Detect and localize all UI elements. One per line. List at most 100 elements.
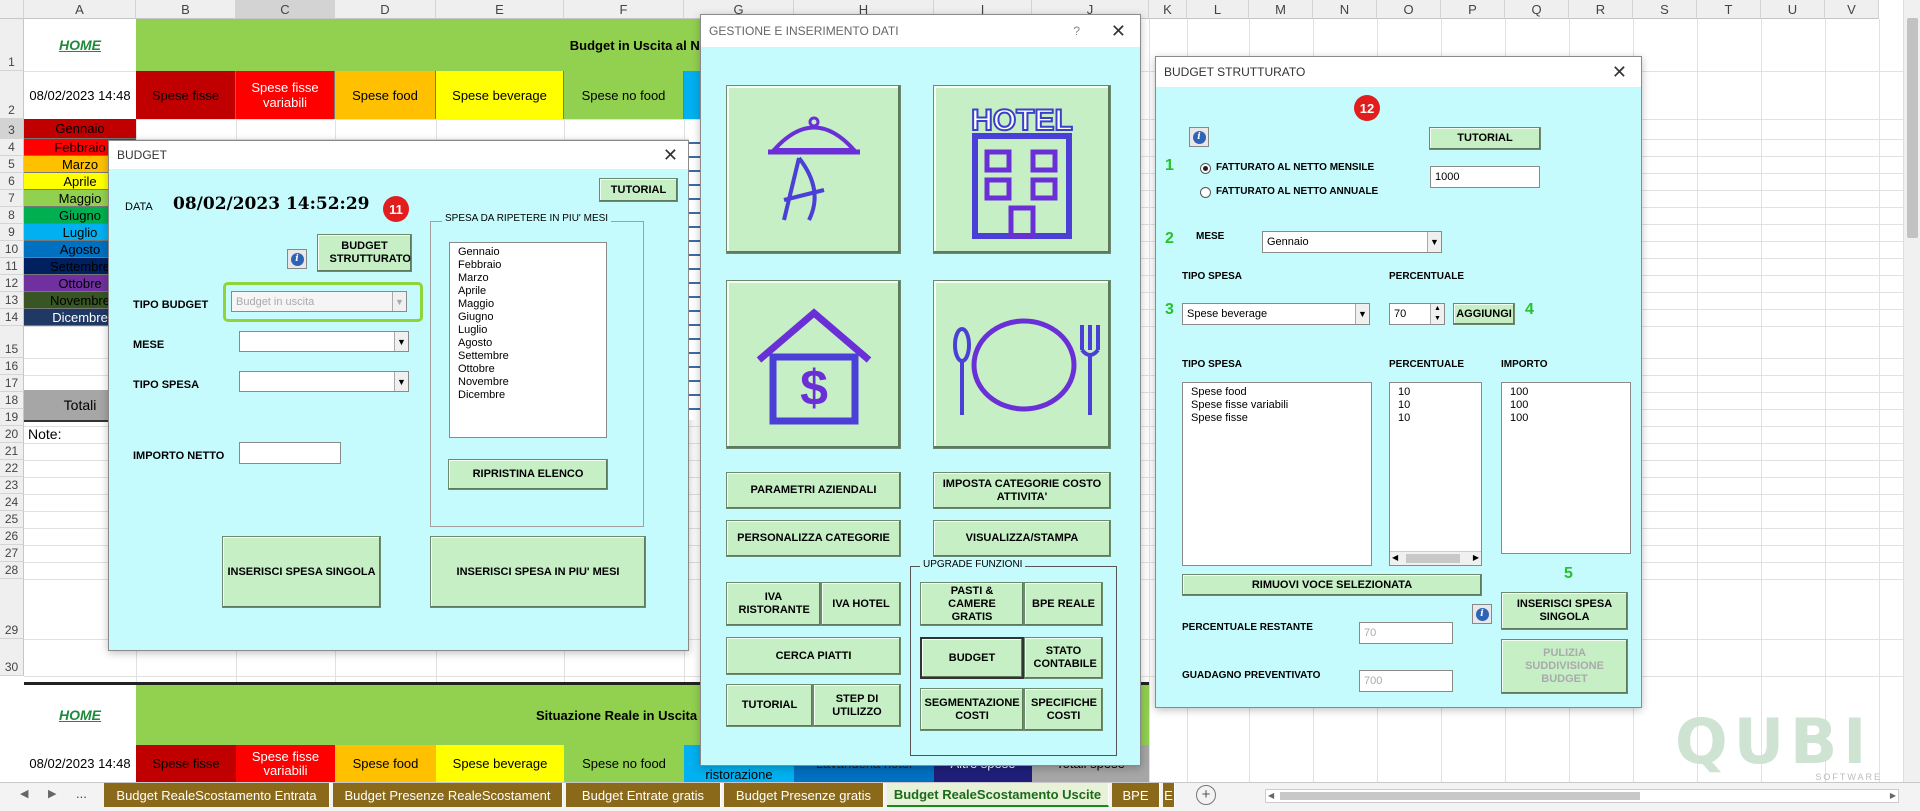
row-header[interactable]: 17	[0, 375, 24, 392]
info-icon[interactable]: i	[287, 249, 307, 269]
hotel-tile[interactable]: HOTEL	[933, 85, 1111, 254]
tipo-budget-select[interactable]: Budget in uscita ▼	[231, 291, 407, 312]
cerca-piatti-button[interactable]: CERCA PIATTI	[726, 637, 901, 675]
vertical-scrollbar[interactable]	[1903, 0, 1920, 782]
tipo-spesa-select[interactable]: Spese beverage ▼	[1182, 303, 1370, 325]
list-item[interactable]: Ottobre	[458, 363, 598, 376]
row-header[interactable]: 13	[0, 292, 24, 309]
inserisci-spesa-singola-button[interactable]: INSERISCI SPESA SINGOLA	[222, 536, 381, 608]
tab-bpe[interactable]: BPE	[1112, 783, 1160, 807]
list-item[interactable]: Spese food	[1191, 386, 1363, 399]
close-icon[interactable]: ✕	[1612, 57, 1627, 87]
row-header[interactable]: 8	[0, 207, 24, 224]
tab-budget-reale-uscite[interactable]: Budget RealeScostamento Uscite	[887, 783, 1109, 807]
list-item[interactable]: Giugno	[458, 311, 598, 324]
column-header[interactable]: K	[1149, 0, 1187, 19]
info-icon[interactable]: i	[1189, 127, 1209, 147]
row-header[interactable]: 22	[0, 460, 24, 477]
list-item[interactable]: Spese fisse variabili	[1191, 399, 1363, 412]
row-header[interactable]: 26	[0, 528, 24, 545]
iva-hotel-button[interactable]: IVA HOTEL	[821, 582, 901, 626]
specifiche-costi-button[interactable]: SPECIFICHE COSTI	[1024, 688, 1103, 731]
list-item[interactable]: Agosto	[458, 337, 598, 350]
row-header[interactable]: 2	[0, 71, 24, 119]
row-header[interactable]: 4	[0, 139, 24, 156]
info-icon[interactable]: i	[1472, 604, 1492, 624]
list-item[interactable]: 100	[1510, 386, 1622, 399]
months-listbox[interactable]: Gennaio Febbraio Marzo Aprile Maggio Giugno Lu…	[449, 242, 607, 438]
corner-cell[interactable]	[0, 0, 24, 19]
importo-listbox[interactable]: 100 100 100	[1501, 382, 1631, 554]
horizontal-scrollbar[interactable]: ◀ ▶	[1265, 789, 1899, 803]
tab-budget-reale-entrata[interactable]: Budget RealeScostamento Entrata	[104, 783, 330, 807]
row-header[interactable]: 6	[0, 173, 24, 190]
help-icon[interactable]: ?	[1073, 15, 1080, 47]
row-header[interactable]: 18	[0, 392, 24, 409]
list-item[interactable]: Febbraio	[458, 259, 598, 272]
tutorial-button[interactable]: TUTORIAL	[599, 178, 678, 202]
list-item[interactable]: 100	[1510, 412, 1622, 425]
column-header[interactable]: F	[564, 0, 684, 19]
close-icon[interactable]: ✕	[1111, 15, 1126, 47]
list-item[interactable]: Dicembre	[458, 389, 598, 402]
home-link-2[interactable]: HOME	[24, 685, 136, 745]
column-header[interactable]: E	[436, 0, 564, 19]
segmentazione-costi-button[interactable]: SEGMENTAZIONE COSTI	[920, 688, 1024, 731]
pulizia-suddivisione-button[interactable]: PULIZIA SUDDIVISIONE BUDGET	[1501, 639, 1628, 694]
row-header[interactable]: 3	[0, 119, 24, 139]
tutorial-button-strutturato[interactable]: TUTORIAL	[1429, 127, 1541, 150]
list-item[interactable]: Spese fisse	[1191, 412, 1363, 425]
budget-button[interactable]: BUDGET	[920, 637, 1024, 679]
row-header[interactable]: 30	[0, 639, 24, 676]
row-header[interactable]: 14	[0, 309, 24, 326]
row-header[interactable]: 11	[0, 258, 24, 275]
row-header[interactable]: 10	[0, 241, 24, 258]
tab-e[interactable]: E	[1163, 783, 1175, 807]
horizontal-scrollbar[interactable]: ◀ ▶	[1390, 551, 1481, 565]
scrollbar-thumb[interactable]	[1280, 792, 1640, 800]
row-header[interactable]: 23	[0, 477, 24, 494]
mese-select[interactable]: Gennaio ▼	[1262, 231, 1442, 253]
finance-tile[interactable]: $	[726, 280, 901, 449]
row-header[interactable]: 19	[0, 409, 24, 426]
step-di-utilizzo-button[interactable]: STEP DI UTILIZZO	[813, 684, 901, 727]
tab-budget-presenze-gratis[interactable]: Budget Presenze gratis	[724, 783, 884, 807]
header-spese-beverage[interactable]: Spese beverage	[436, 71, 564, 119]
row-header[interactable]: 21	[0, 443, 24, 460]
dining-tile[interactable]	[933, 280, 1111, 449]
personalizza-categorie-button[interactable]: PERSONALIZZA CATEGORIE	[726, 520, 901, 557]
column-header[interactable]: V	[1825, 0, 1879, 19]
list-item[interactable]: 10	[1398, 399, 1473, 412]
tipo-spesa-select[interactable]: ▼	[239, 371, 409, 392]
ripristina-elenco-button[interactable]: RIPRISTINA ELENCO	[448, 459, 608, 490]
visualizza-stampa-button[interactable]: VISUALIZZA/STAMPA	[933, 520, 1111, 557]
row-header[interactable]: 5	[0, 156, 24, 173]
list-item[interactable]: Settembre	[458, 350, 598, 363]
column-header[interactable]: U	[1761, 0, 1825, 19]
mese-select[interactable]: ▼	[239, 331, 409, 352]
tab-budget-presenze-reale[interactable]: Budget Presenze RealeScostament	[333, 783, 563, 807]
tab-scroll-right-icon[interactable]: ▶	[48, 787, 56, 800]
tab-scroll-left-icon[interactable]: ◀	[20, 787, 28, 800]
pasti-camere-gratis-button[interactable]: PASTI & CAMERE GRATIS	[920, 582, 1024, 626]
radio-mensile[interactable]	[1200, 163, 1211, 174]
column-header[interactable]: P	[1441, 0, 1505, 19]
radio-annuale[interactable]	[1200, 187, 1211, 198]
rimuovi-voce-button[interactable]: RIMUOVI VOCE SELEZIONATA	[1182, 574, 1482, 596]
header-spese-no-food[interactable]: Spese no food	[564, 71, 684, 119]
list-item[interactable]: 10	[1398, 386, 1473, 399]
importo-netto-input[interactable]	[239, 442, 341, 464]
restaurant-tile[interactable]	[726, 85, 901, 254]
home-link[interactable]: HOME	[24, 19, 136, 71]
column-header[interactable]: R	[1569, 0, 1633, 19]
column-header[interactable]: L	[1187, 0, 1249, 19]
inserisci-spesa-singola-button-strutturato[interactable]: INSERISCI SPESA SINGOLA	[1501, 592, 1628, 630]
tipo-spesa-listbox[interactable]: Spese food Spese fisse variabili Spese fis…	[1182, 382, 1372, 566]
spinner-arrows-icon[interactable]: ▲ ▼	[1430, 304, 1444, 324]
percentuale-spinner[interactable]: 70 ▲ ▼	[1389, 303, 1445, 325]
list-item[interactable]: 10	[1398, 412, 1473, 425]
column-header[interactable]: N	[1313, 0, 1377, 19]
month-cell[interactable]: Gennaio	[24, 119, 136, 139]
column-header[interactable]: C	[236, 0, 335, 19]
column-header[interactable]: D	[335, 0, 436, 19]
